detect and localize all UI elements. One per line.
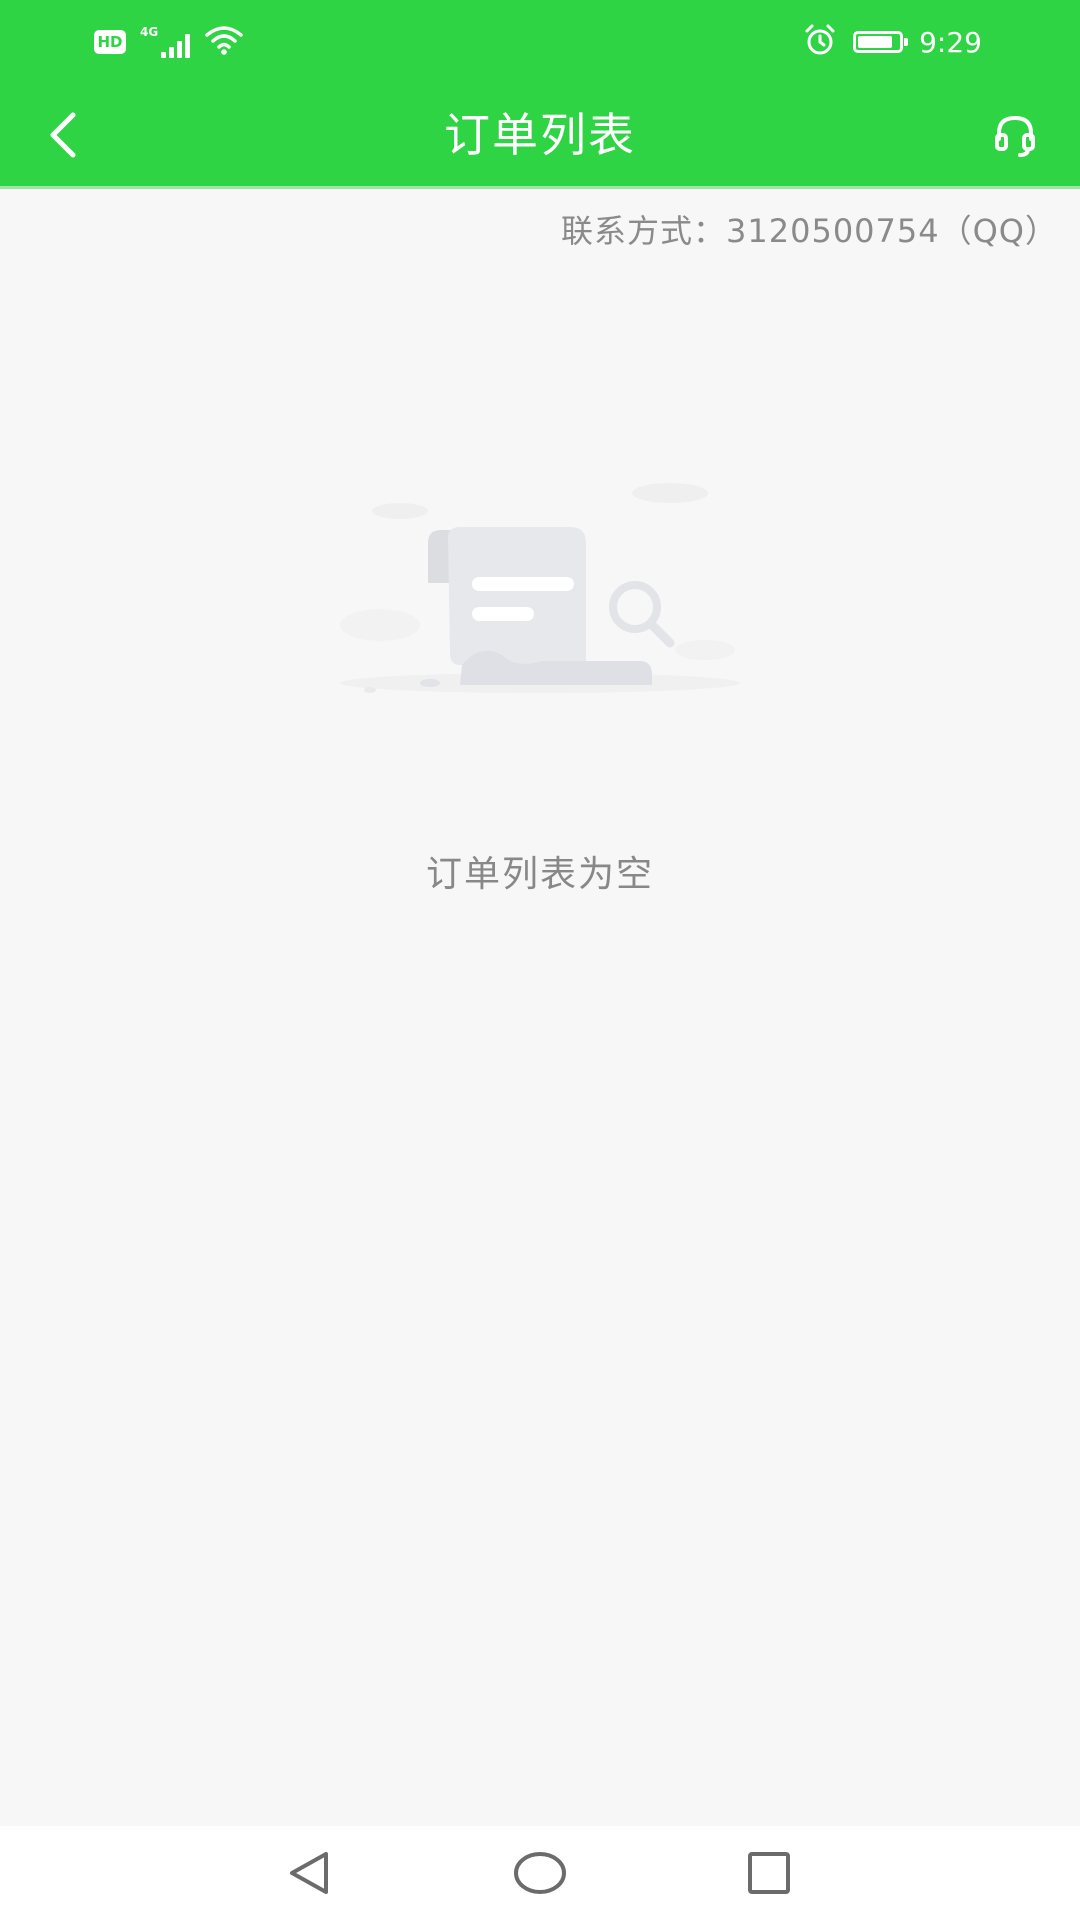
nav-home-button[interactable] [507, 1840, 573, 1906]
status-right: 9:29 [803, 20, 982, 64]
nav-recents-button[interactable] [736, 1840, 802, 1906]
contact-info: 联系方式：3120500754（QQ） [561, 212, 1058, 250]
status-left: HD 4G [94, 22, 244, 62]
chevron-left-icon [50, 112, 76, 158]
headset-icon [995, 115, 1035, 157]
page-title: 订单列表 [444, 108, 636, 162]
signal-bars [161, 32, 191, 58]
customer-service-button[interactable] [980, 100, 1050, 170]
home-circle-icon [514, 1852, 566, 1894]
nav-back-button[interactable] [276, 1840, 342, 1906]
empty-document-icon [310, 465, 770, 705]
status-time: 9:29 [919, 25, 982, 59]
status-bar: HD 4G 9:29 [0, 0, 1080, 84]
alarm-icon [803, 23, 837, 61]
wifi-icon [204, 24, 244, 60]
signal-icon: 4G [140, 25, 191, 58]
back-button[interactable] [28, 100, 98, 170]
screen: HD 4G 9:29 订单列表 联系方式：3120500754（QQ） 订单列表… [0, 0, 1080, 1920]
hd-icon: HD [94, 30, 126, 54]
app-bar: 订单列表 [0, 84, 1080, 189]
back-triangle-icon [290, 1852, 328, 1894]
battery-level [858, 36, 892, 48]
recents-square-icon [748, 1852, 790, 1894]
system-nav-bar [0, 1826, 1080, 1920]
network-type-label: 4G [140, 25, 159, 39]
battery-icon [853, 31, 909, 53]
empty-state-message: 订单列表为空 [425, 854, 654, 895]
